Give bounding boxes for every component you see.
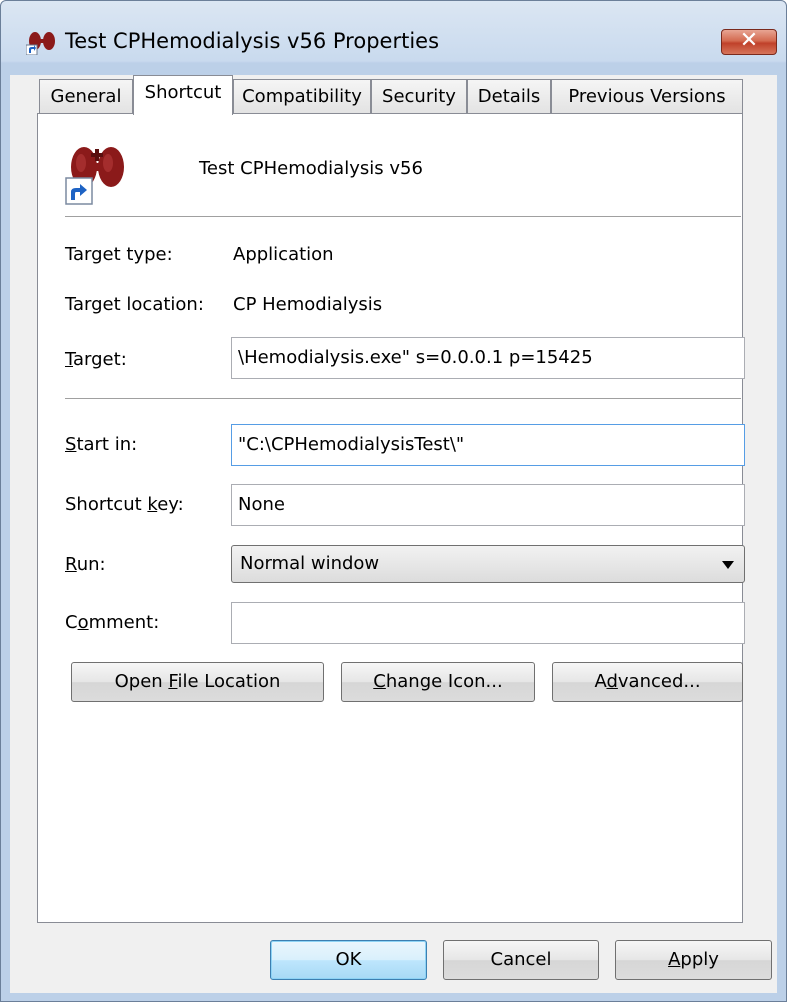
tab-label: Shortcut — [144, 82, 222, 103]
shortcut-key-input[interactable]: None — [231, 484, 745, 526]
separator — [65, 398, 741, 399]
properties-window: Test CPHemodialysis v56 Properties ✕ Gen… — [0, 0, 787, 1002]
tab-label: Security — [382, 86, 456, 107]
target-location-label: Target location: — [65, 294, 204, 315]
tab-label: Previous Versions — [568, 86, 726, 107]
apply-button[interactable]: Apply — [615, 940, 772, 980]
kidney-icon — [26, 32, 55, 55]
target-location-value: CP Hemodialysis — [233, 294, 383, 315]
target-label: Target: — [65, 349, 127, 370]
tab-label: General — [50, 86, 122, 107]
target-input-value: \Hemodialysis.exe" s=0.0.0.1 p=15425 — [238, 347, 593, 368]
comment-input[interactable] — [231, 602, 745, 644]
tab-previous-versions[interactable]: Previous Versions — [551, 79, 743, 113]
run-select[interactable]: Normal window — [231, 545, 745, 583]
shortcut-key-label: Shortcut key: — [65, 494, 184, 515]
tab-shortcut[interactable]: Shortcut — [133, 75, 233, 115]
advanced-button[interactable]: Advanced... — [552, 662, 743, 702]
cancel-button[interactable]: Cancel — [443, 940, 599, 980]
tab-label: Compatibility — [242, 86, 362, 107]
target-type-label: Target type: — [65, 244, 173, 265]
separator — [65, 216, 741, 217]
tab-security[interactable]: Security — [371, 79, 467, 113]
tab-label: Details — [477, 86, 541, 107]
change-icon-button[interactable]: Change Icon... — [341, 662, 535, 702]
shortcut-key-input-value: None — [238, 494, 285, 515]
start-in-input-value: "C:\CPHemodialysisTest\" — [238, 434, 465, 455]
window-title: Test CPHemodialysis v56 Properties — [65, 29, 440, 53]
shortcut-arrow-icon — [65, 177, 93, 205]
target-input[interactable]: \Hemodialysis.exe" s=0.0.0.1 p=15425 — [231, 337, 745, 379]
run-label: Run: — [65, 554, 106, 575]
tab-details[interactable]: Details — [467, 79, 551, 113]
close-icon: ✕ — [739, 28, 759, 53]
title-bar[interactable]: Test CPHemodialysis v56 Properties ✕ — [1, 1, 786, 75]
comment-label: Comment: — [65, 612, 160, 633]
open-file-location-button[interactable]: Open File Location — [71, 662, 324, 702]
start-in-input[interactable]: "C:\CPHemodialysisTest\" — [231, 424, 745, 466]
shortcut-name: Test CPHemodialysis v56 — [199, 158, 423, 179]
chevron-down-icon — [722, 561, 734, 569]
close-button[interactable]: ✕ — [721, 28, 777, 55]
tab-general[interactable]: General — [39, 79, 133, 113]
ok-button-label: OK — [335, 949, 362, 970]
tab-compatibility[interactable]: Compatibility — [233, 79, 371, 113]
cancel-button-label: Cancel — [490, 949, 552, 970]
ok-button[interactable]: OK — [270, 940, 427, 980]
run-select-value: Normal window — [240, 553, 380, 574]
target-type-value: Application — [233, 244, 334, 265]
start-in-label: Start in: — [65, 434, 138, 455]
